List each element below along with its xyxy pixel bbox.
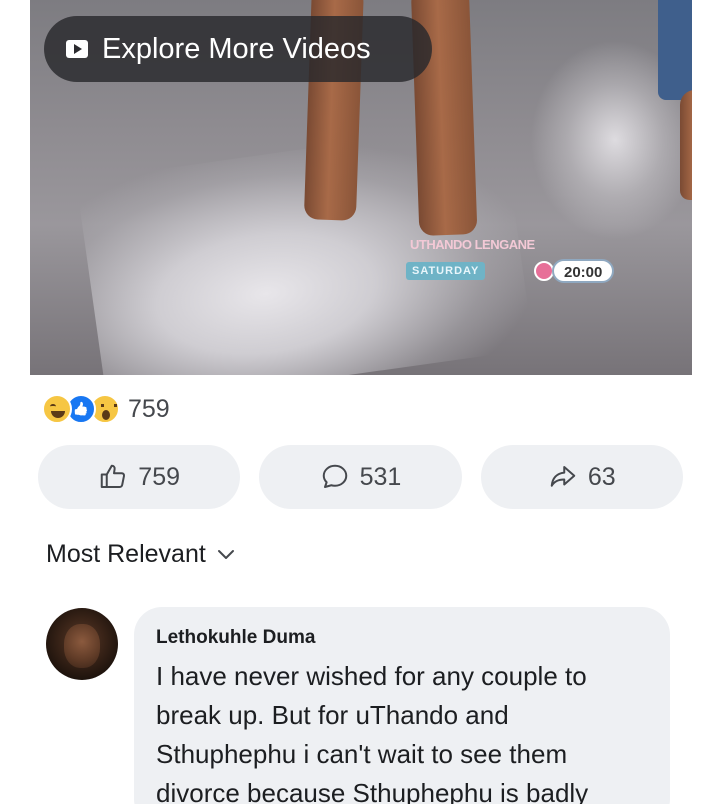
video-overlay-brand: UTHANDO LENGANE [410,237,535,252]
comment-button[interactable]: 531 [259,445,462,509]
haha-reaction-icon [42,394,72,424]
comment-text: I have never wished for any couple to br… [156,661,589,804]
explore-more-videos-button[interactable]: Explore More Videos [44,16,432,82]
facebook-post-page: Explore More Videos UTHANDO LENGANE SATU… [0,0,720,804]
reactions-count: 759 [128,394,170,423]
video-leg-far-right [680,90,692,200]
share-count: 63 [587,462,616,491]
share-icon [550,466,576,487]
comment-icon [322,464,347,488]
reactions-summary[interactable]: 759 [42,394,170,424]
explore-more-videos-label: Explore More Videos [102,32,371,65]
avatar[interactable] [46,608,118,680]
video-person-shorts [658,0,692,100]
video-overlay-day: SATURDAY [406,262,486,280]
comment-sort-label: Most Relevant [46,540,206,568]
heart-icon [534,261,554,281]
comment-count: 531 [359,462,402,491]
video-overlay-caption-blurred [250,300,500,340]
like-count: 759 [138,462,181,491]
comment-sort-dropdown[interactable]: Most Relevant [46,540,236,569]
video-player[interactable]: Explore More Videos UTHANDO LENGANE SATU… [30,0,692,375]
share-button[interactable]: 63 [480,445,683,509]
video-play-icon [66,40,88,58]
chevron-down-icon [217,549,234,559]
comment-author[interactable]: Lethokuhle Duma [156,627,648,649]
post-actions: 759 531 63 [38,445,683,509]
video-overlay-time: 20:00 [552,259,615,283]
thumbs-up-icon [101,464,126,488]
comment-bubble: Lethokuhle Duma I have never wished for … [134,607,670,804]
like-button[interactable]: 759 [38,445,241,509]
